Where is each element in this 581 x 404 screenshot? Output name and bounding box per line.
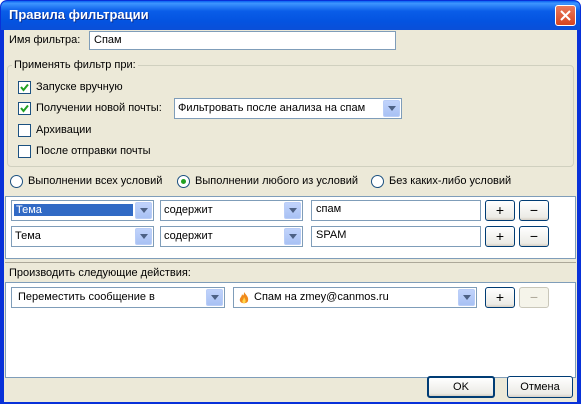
add-action-button[interactable]: + — [485, 287, 515, 308]
radio-selected-dot — [181, 179, 186, 184]
chevron-down-icon[interactable] — [284, 228, 301, 245]
action-target-select[interactable]: Спам на zmey@canmos.ru — [233, 287, 477, 308]
checkbox-manual-run[interactable] — [18, 81, 31, 94]
add-condition-button[interactable]: + — [485, 200, 515, 221]
condition-operator-select[interactable]: содержит — [160, 226, 303, 247]
condition-field-select[interactable]: Тема — [11, 226, 154, 247]
checkbox-new-mail[interactable] — [18, 102, 31, 115]
conditions-list: Тема содержит спам + − Тема содержит SPA… — [5, 196, 576, 259]
condition-operator-value: содержит — [164, 230, 213, 242]
checkmark-icon — [20, 83, 29, 92]
label-all-conditions: Выполнении всех условий — [28, 175, 163, 187]
chevron-down-icon[interactable] — [206, 289, 223, 306]
filter-name-input[interactable]: Спам — [89, 31, 396, 50]
label-manual-run: Запуске вручную — [36, 81, 123, 93]
condition-operator-value: содержит — [164, 204, 213, 216]
action-type-value: Переместить сообщение в — [18, 291, 155, 303]
actions-list: Переместить сообщение в Спам на zmey@can… — [5, 282, 576, 378]
dialog-window: Правила фильтрации Имя фильтра: Спам При… — [0, 0, 581, 404]
window-title: Правила фильтрации — [9, 7, 149, 22]
checkbox-archive[interactable] — [18, 124, 31, 137]
label-new-mail: Получении новой почты: — [36, 102, 162, 114]
apply-filter-group-title: Применять фильтр при: — [12, 59, 138, 71]
condition-field-value: Тема — [14, 204, 133, 216]
label-archive: Архивации — [36, 124, 92, 136]
add-condition-button[interactable]: + — [485, 226, 515, 247]
label-no-conditions: Без каких-либо условий — [389, 175, 512, 187]
actions-title: Производить следующие действия: — [9, 267, 191, 279]
title-bar[interactable]: Правила фильтрации — [1, 1, 580, 30]
condition-field-select[interactable]: Тема — [11, 200, 154, 221]
remove-action-button[interactable]: − — [519, 287, 549, 308]
condition-field-value: Тема — [15, 230, 41, 242]
cancel-button[interactable]: Отмена — [507, 376, 573, 398]
radio-any-condition[interactable] — [177, 175, 190, 188]
new-mail-mode-value: Фильтровать после анализа на спам — [178, 102, 366, 114]
label-any-condition: Выполнении любого из условий — [195, 175, 359, 187]
condition-value-input[interactable]: спам — [311, 200, 481, 221]
checkmark-icon — [20, 104, 29, 113]
action-target-value: Спам на zmey@canmos.ru — [254, 291, 389, 303]
chevron-down-icon[interactable] — [383, 100, 400, 117]
radio-no-conditions[interactable] — [371, 175, 384, 188]
radio-all-conditions[interactable] — [10, 175, 23, 188]
chevron-down-icon[interactable] — [284, 202, 301, 219]
divider — [5, 262, 576, 263]
condition-value-input[interactable]: SPAM — [311, 226, 481, 247]
chevron-down-icon[interactable] — [135, 202, 152, 219]
chevron-down-icon[interactable] — [135, 228, 152, 245]
filter-name-label: Имя фильтра: — [9, 34, 81, 46]
ok-button[interactable]: OK — [427, 376, 495, 398]
remove-condition-button[interactable]: − — [519, 226, 549, 247]
label-after-send: После отправки почты — [36, 145, 151, 157]
dialog-body: Имя фильтра: Спам Применять фильтр при: … — [4, 30, 577, 402]
action-type-select[interactable]: Переместить сообщение в — [11, 287, 225, 308]
close-icon — [560, 10, 571, 21]
fire-folder-icon — [239, 292, 249, 304]
condition-operator-select[interactable]: содержит — [160, 200, 303, 221]
chevron-down-icon[interactable] — [458, 289, 475, 306]
close-button[interactable] — [555, 5, 576, 26]
checkbox-after-send[interactable] — [18, 145, 31, 158]
remove-condition-button[interactable]: − — [519, 200, 549, 221]
new-mail-mode-select[interactable]: Фильтровать после анализа на спам — [174, 98, 402, 119]
